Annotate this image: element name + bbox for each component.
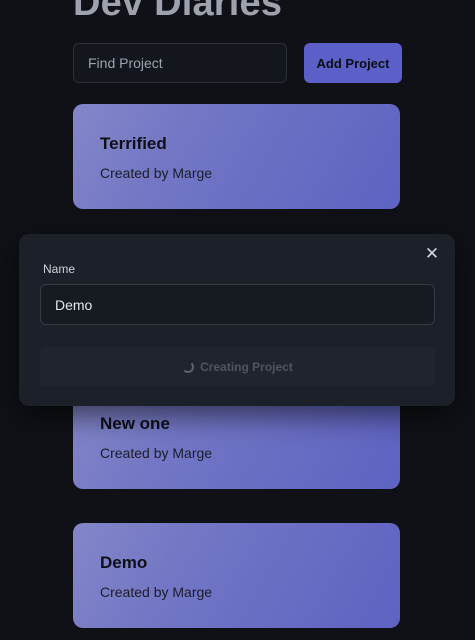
project-card[interactable]: Demo Created by Marge — [73, 523, 400, 628]
name-field[interactable] — [40, 284, 435, 325]
create-project-label: Creating Project — [200, 359, 293, 374]
project-title: New one — [100, 414, 170, 433]
create-project-button[interactable]: Creating Project — [40, 347, 435, 386]
create-project-modal: ✕ Name Creating Project — [19, 234, 455, 406]
project-title: Demo — [100, 553, 148, 572]
project-title: Terrified — [100, 134, 167, 153]
project-creator: Created by Marge — [100, 445, 213, 461]
search-input[interactable] — [73, 43, 287, 83]
spinner-icon — [182, 360, 195, 373]
page-title: Dev Diaries — [73, 0, 283, 24]
close-icon[interactable]: ✕ — [422, 244, 442, 264]
project-card[interactable]: Terrified Created by Marge — [73, 104, 400, 209]
add-project-button[interactable]: Add Project — [304, 43, 402, 83]
project-creator: Created by Marge — [100, 584, 213, 600]
projects-page: Dev Diaries Add Project Terrified Create… — [0, 0, 475, 640]
name-label: Name — [43, 262, 76, 276]
project-creator: Created by Marge — [100, 165, 213, 181]
